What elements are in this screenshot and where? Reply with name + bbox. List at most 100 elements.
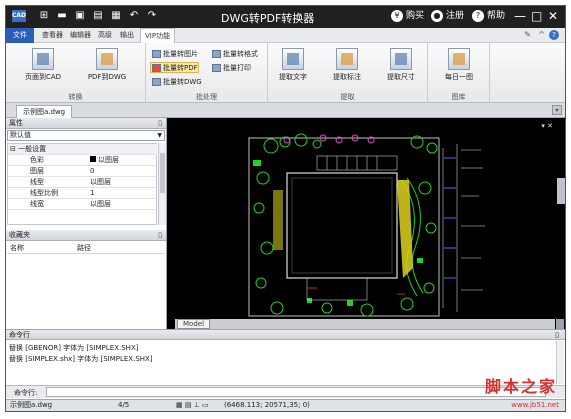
canvas-vertical-scrollbar[interactable] <box>557 178 565 204</box>
properties-grid: ⊟ 一般设置 色彩 以图层 图层 0 线型 以图层 线型比例 1 线宽 以图层 <box>7 143 157 225</box>
ribbon: 页面到CAD PDF到DWG 转换 批量转图片 批量转格式 批量转PDF 批量打… <box>6 43 565 103</box>
tab-vip[interactable]: VIP功能 <box>140 28 176 43</box>
user-icon: ● <box>431 10 443 22</box>
printer-icon <box>212 64 221 72</box>
extract-text-button[interactable]: 提取文字 <box>270 46 316 88</box>
daily-drawing-button[interactable]: 每日一图 <box>436 46 482 88</box>
document-tab[interactable]: 示例图a.dwg <box>16 105 73 118</box>
batch-format-button[interactable]: 批量转格式 <box>210 48 259 59</box>
format-icon <box>212 50 221 58</box>
tab-output[interactable]: 输出 <box>116 28 138 43</box>
property-group-text: 一般设置 <box>18 145 47 153</box>
property-key: 图层 <box>30 167 44 175</box>
left-panel: 属性 ▯ 默认值 ▼ ⊟ 一般设置 色彩 以图层 图层 0 线型 以图层 线型比例 1 线宽… <box>6 118 167 329</box>
tab-list-dropdown-icon[interactable]: ▾ <box>552 105 562 115</box>
column-name[interactable]: 名称 <box>10 243 24 254</box>
property-key: 色彩 <box>30 156 44 164</box>
pdf-icon <box>152 64 161 72</box>
property-row-color[interactable]: 色彩 以图层 <box>8 155 157 166</box>
buy-button[interactable]: ¥ 购买 <box>391 10 424 23</box>
new-file-icon[interactable]: ⊞ <box>38 10 50 22</box>
daily-drawing-label: 每日一图 <box>445 73 473 81</box>
status-icons[interactable]: ▦ ▤ ⊥ ▭ <box>176 400 209 411</box>
property-value: 0 <box>90 167 95 175</box>
print-icon[interactable]: ▦ <box>110 10 122 22</box>
command-input[interactable] <box>46 387 546 397</box>
properties-scrollbar[interactable] <box>158 143 166 225</box>
column-path[interactable]: 路径 <box>77 243 91 254</box>
pdf-to-dwg-button[interactable]: PDF到DWG <box>84 46 130 88</box>
save-icon[interactable]: ▣ <box>74 10 86 22</box>
cad-drawing-canvas[interactable]: ▾ ✕ Model <box>167 118 565 329</box>
favorites-list <box>7 255 165 327</box>
favorites-title: 收藏夹 <box>9 231 30 239</box>
property-value: 以图层 <box>90 178 111 186</box>
extract-dimension-button[interactable]: 提取尺寸 <box>378 46 424 88</box>
property-value: 以图层 <box>90 200 111 208</box>
command-input-label: 命令行: <box>14 389 38 397</box>
register-label: 注册 <box>446 11 465 21</box>
yen-icon: ¥ <box>391 10 403 22</box>
image-icon <box>152 50 161 58</box>
batch-to-dwg-label: 批量转DWG <box>163 78 202 86</box>
property-value-text: 以图层 <box>98 156 119 164</box>
canvas-pin-icon[interactable]: ▾ ✕ <box>541 122 553 130</box>
pen-icon[interactable]: ✎ <box>524 30 531 39</box>
help-button[interactable]: ? 帮助 <box>472 10 505 23</box>
group-label-convert: 转换 <box>68 93 83 101</box>
favorites-header: 收藏夹 ▯ <box>6 230 166 241</box>
save-as-icon[interactable]: ▤ <box>92 10 104 22</box>
info-icon[interactable]: ? <box>549 30 559 40</box>
status-coordinates: (6468.113; 20571,35; 0) <box>224 401 310 409</box>
property-row-layer[interactable]: 图层 0 <box>8 166 157 177</box>
group-label-batch: 批处理 <box>196 93 217 101</box>
tab-advanced[interactable]: 高级 <box>94 28 116 43</box>
close-button[interactable]: ✕ <box>548 9 558 23</box>
page-to-cad-label: 页面到CAD <box>24 73 62 81</box>
pin-icon[interactable]: ▯ <box>555 330 559 340</box>
tab-file[interactable]: 文件 <box>6 28 34 43</box>
command-header: 命令行 ▯ <box>6 330 565 340</box>
page-to-cad-icon <box>32 48 54 70</box>
property-key: 线宽 <box>30 200 44 208</box>
maximize-button[interactable]: □ <box>531 9 542 23</box>
property-row-lineweight[interactable]: 线宽 以图层 <box>8 199 157 210</box>
properties-combo[interactable]: 默认值 ▼ <box>7 130 165 141</box>
pin-icon[interactable]: ▯ <box>158 118 162 129</box>
group-label-extract: 提取 <box>340 93 355 101</box>
pin-icon[interactable]: ▯ <box>158 230 162 241</box>
model-tab[interactable]: Model <box>177 319 211 329</box>
app-title: DWG转PDF转换器 <box>221 12 315 25</box>
batch-print-button[interactable]: 批量打印 <box>210 62 252 73</box>
page-to-cad-button[interactable]: 页面到CAD <box>20 46 66 88</box>
document-tab-bar: 示例图a.dwg ▾ <box>6 103 565 118</box>
property-key: 线型比例 <box>30 189 58 197</box>
app-logo[interactable]: CAD <box>12 10 26 22</box>
command-scrollbar[interactable] <box>556 341 564 384</box>
minimize-button[interactable]: — <box>514 9 526 23</box>
redo-icon[interactable]: ↷ <box>146 10 158 22</box>
property-group-row[interactable]: ⊟ 一般设置 <box>8 144 157 155</box>
watermark-url: www.jb51.net <box>511 401 559 409</box>
group-extract: 提取文字 提取标注 提取尺寸 提取 <box>268 43 428 103</box>
batch-to-image-button[interactable]: 批量转图片 <box>150 48 199 59</box>
collapse-ribbon-icon[interactable]: ^ <box>538 30 545 39</box>
app-window: CAD ⊞ ▬ ▣ ▤ ▦ ↶ ↷ DWG转PDF转换器 ¥ 购买 ● 注册 ? 帮助… <box>5 5 566 412</box>
tab-editor[interactable]: 编辑器 <box>66 28 95 43</box>
property-row-linetype-scale[interactable]: 线型比例 1 <box>8 188 157 199</box>
group-convert: 页面到CAD PDF到DWG 转换 <box>6 43 146 103</box>
batch-to-dwg-button[interactable]: 批量转DWG <box>150 76 203 87</box>
open-folder-icon[interactable]: ▬ <box>56 10 68 22</box>
undo-icon[interactable]: ↶ <box>128 10 140 22</box>
color-swatch <box>90 156 96 162</box>
help-label: 帮助 <box>487 11 506 21</box>
tab-viewer[interactable]: 查看器 <box>38 28 67 43</box>
property-key: 线型 <box>30 178 44 186</box>
scrollbar-thumb[interactable] <box>160 153 165 193</box>
status-page: 4/5 <box>118 401 130 409</box>
property-row-linetype[interactable]: 线型 以图层 <box>8 177 157 188</box>
pdf-to-dwg-label: PDF到DWG <box>87 73 127 81</box>
batch-to-pdf-button[interactable]: 批量转PDF <box>150 62 199 73</box>
register-button[interactable]: ● 注册 <box>431 10 464 23</box>
extract-annotation-button[interactable]: 提取标注 <box>324 46 370 88</box>
